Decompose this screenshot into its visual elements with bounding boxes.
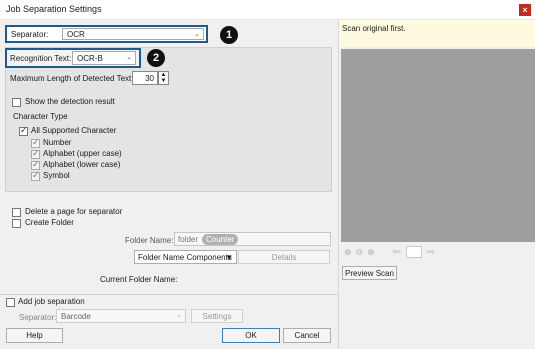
preview-message: Scan original first.: [342, 24, 406, 33]
callout-badge-2: 2: [147, 49, 165, 67]
all-characters-checkbox[interactable]: [19, 125, 28, 136]
folder-name-prefix: folder: [178, 235, 199, 244]
current-folder-label: Current Folder Name:: [100, 275, 178, 284]
counter-token: Counter: [202, 234, 239, 245]
page-number-input[interactable]: [406, 246, 422, 258]
preview-scan-button[interactable]: Preview Scan: [342, 266, 397, 280]
zoom-in-icon[interactable]: ⊕: [344, 247, 352, 258]
lower-case-label: Alphabet (lower case): [43, 160, 121, 169]
job-separator-value: Barcode: [61, 312, 91, 321]
job-separator-label: Separator:: [19, 313, 57, 322]
folder-components-button[interactable]: Folder Name Components ▼: [134, 250, 237, 264]
recognition-text-value: OCR-B: [77, 54, 103, 63]
zoom-out-icon[interactable]: ⊖: [356, 247, 364, 258]
all-characters-label: All Supported Character: [31, 126, 117, 135]
settings-button[interactable]: Settings: [191, 309, 243, 323]
folder-name-input[interactable]: folder Counter: [174, 232, 331, 246]
symbol-checkbox[interactable]: [31, 170, 40, 181]
title-bar: Job Separation Settings ×: [0, 0, 535, 20]
show-detection-label: Show the detection result: [25, 97, 115, 106]
preview-toolbar: ⊕ ⊖ ⊗: [344, 247, 379, 258]
upper-case-checkbox[interactable]: [31, 148, 40, 159]
callout-badge-1: 1: [220, 26, 238, 44]
max-length-label: Maximum Length of Detected Text:: [10, 74, 134, 83]
recognition-text-label: Recognition Text:: [10, 54, 72, 63]
add-job-checkbox[interactable]: [6, 298, 15, 307]
job-separator-select[interactable]: Barcode ⌄: [56, 309, 186, 323]
chevron-down-icon: ⌄: [126, 54, 132, 61]
help-button[interactable]: Help: [6, 328, 63, 343]
number-checkbox[interactable]: [31, 137, 40, 148]
create-folder-checkbox[interactable]: [12, 219, 21, 228]
preview-image-area: [341, 49, 535, 242]
symbol-label: Symbol: [43, 171, 70, 180]
divider: [0, 294, 338, 295]
separator-row: Separator: OCR ⌄: [5, 25, 208, 43]
chevron-down-icon: ⌄: [194, 31, 200, 38]
dropdown-triangle-icon: ▼: [225, 253, 233, 262]
recognition-text-row: Recognition Text: OCR-B ⌄: [5, 48, 141, 68]
preview-message-area: Scan original first.: [339, 20, 535, 47]
lower-case-checkbox[interactable]: [31, 159, 40, 170]
cancel-button[interactable]: Cancel: [283, 328, 331, 343]
prev-page-icon[interactable]: ⬅: [392, 245, 401, 258]
folder-name-label: Folder Name:: [125, 236, 174, 245]
delete-page-checkbox[interactable]: [12, 208, 21, 217]
max-length-value: 30: [145, 74, 154, 83]
separator-label: Separator:: [11, 30, 49, 39]
folder-components-label: Folder Name Components: [138, 253, 232, 262]
next-page-icon[interactable]: ➡: [426, 245, 435, 258]
recognition-text-select[interactable]: OCR-B ⌄: [72, 51, 136, 65]
chevron-down-icon: ⌄: [176, 312, 182, 319]
create-folder-label: Create Folder: [25, 218, 74, 227]
spin-down-icon[interactable]: ▼: [159, 78, 168, 84]
fit-icon[interactable]: ⊗: [367, 247, 375, 258]
ok-button[interactable]: OK: [222, 328, 280, 343]
add-job-label: Add job separation: [18, 297, 85, 306]
close-button[interactable]: ×: [519, 4, 531, 16]
max-length-input[interactable]: 30: [132, 71, 158, 85]
upper-case-label: Alphabet (upper case): [43, 149, 122, 158]
separator-select[interactable]: OCR ⌄: [62, 28, 204, 40]
separator-select-value: OCR: [67, 30, 85, 39]
max-length-spinner[interactable]: ▲ ▼: [158, 71, 169, 85]
window-title: Job Separation Settings: [6, 4, 102, 14]
character-type-title: Character Type: [13, 112, 68, 121]
delete-page-label: Delete a page for separator: [25, 207, 123, 216]
show-detection-checkbox[interactable]: [12, 98, 21, 107]
details-button[interactable]: Details: [238, 250, 330, 264]
number-label: Number: [43, 138, 72, 147]
